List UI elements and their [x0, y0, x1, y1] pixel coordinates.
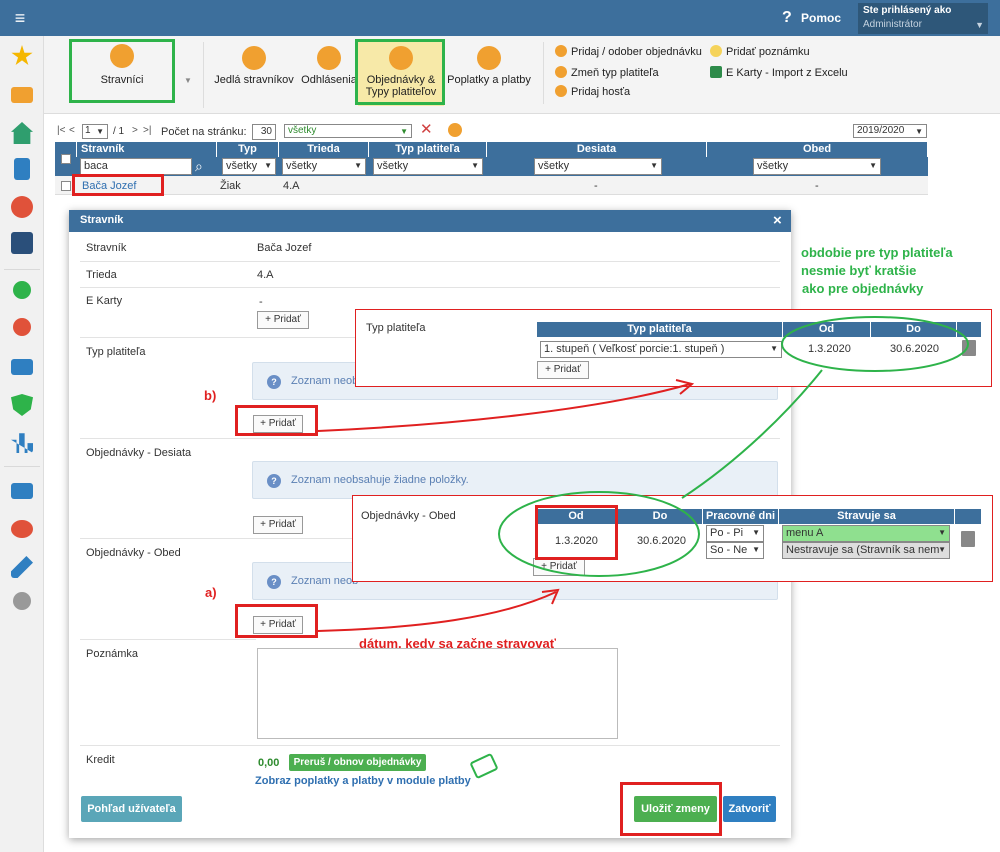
green-ellipse-typ — [781, 316, 969, 372]
red-arrow-a — [317, 591, 557, 632]
red-arrow-b — [317, 383, 691, 432]
green-ellipse-obed — [498, 491, 700, 577]
annotation-overlay — [317, 316, 969, 632]
green-connector — [681, 369, 823, 499]
